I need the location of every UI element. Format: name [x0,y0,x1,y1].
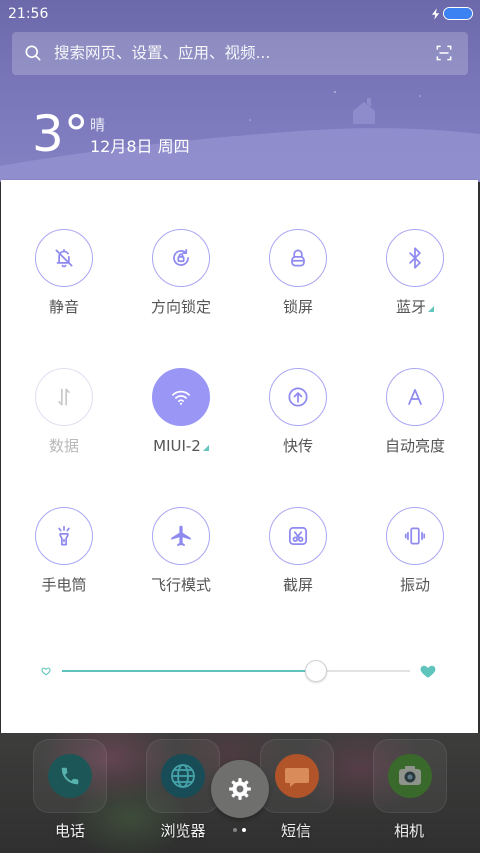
dock-label-messages: 短信 [280,822,311,840]
toggle-auto-brightness-text: 自动亮度 [384,437,445,455]
camera-icon [388,754,432,798]
flashlight-icon [58,525,70,546]
toggle-airplane-mode-label: 飞行模式 [123,575,239,595]
toggle-flashlight-button[interactable] [35,507,93,565]
brightness-slider-knob[interactable] [305,660,328,682]
scan-icon[interactable] [434,43,454,63]
dock-label-browser: 浏览器 [160,822,206,840]
wifi-icon [172,390,190,405]
dock-app-messages[interactable] [260,739,334,813]
toggle-silent-button[interactable] [35,229,93,287]
toggle-wifi-button[interactable] [152,368,210,426]
toggle-vibrate-label: 振动 [357,575,473,595]
airplane-icon [171,525,191,547]
heart-outline-icon [41,667,51,676]
gear-icon [229,778,251,800]
home-screen-dock: 电话 浏览器 短信 相机 [0,733,480,853]
toggle-rotation-lock-label: 方向锁定 [123,297,239,317]
weather-temperature[interactable]: 3° [32,104,89,164]
dock-app-browser[interactable] [146,739,220,813]
search-icon [25,45,41,61]
toggle-silent-label: 静音 [6,297,122,317]
toggle-quick-transfer-text: 快传 [282,437,313,455]
page-dot [242,828,246,832]
shade-header: 21:56 搜索网页、设置、应用、视频... 3° 晴 12月8日 周四 [0,0,480,182]
toggle-lock-screen-label: 锁屏 [240,297,356,317]
toggle-screenshot-label: 截屏 [240,575,356,595]
settings-button[interactable] [211,760,269,818]
toggle-quick-transfer-button[interactable] [269,368,327,426]
toggle-flashlight-label: 手电筒 [6,575,122,595]
browser-icon [161,754,205,798]
dock-label-camera: 相机 [393,822,424,840]
page-dot [233,828,237,832]
dock-label-phone: 电话 [54,822,85,840]
toggle-lock-screen[interactable]: 锁屏 [240,229,356,317]
dock-app-phone[interactable] [33,739,107,813]
quick-settings-panel: 静音 方向锁定 锁屏 蓝牙 数据 MIUI-2 快传 自动亮度 手电筒 飞行模式… [1,180,478,733]
rotation-lock-icon [173,249,189,266]
toggle-rotation-lock-text: 方向锁定 [150,298,211,316]
bluetooth-icon [409,247,421,269]
toggle-bluetooth-text: 蓝牙 [395,298,426,316]
weather-date: 12月8日 周四 [90,137,190,156]
toggle-mobile-data-button[interactable] [35,368,93,426]
toggle-wifi[interactable]: MIUI-2 [123,368,239,456]
toggle-flashlight-text: 手电筒 [41,576,87,594]
weather-condition: 晴 [90,116,106,134]
toggle-screenshot-button[interactable] [269,507,327,565]
toggle-lock-screen-text: 锁屏 [282,298,313,316]
toggle-mobile-data-text: 数据 [48,437,79,455]
phone-icon [48,754,92,798]
dock-app-camera[interactable] [373,739,447,813]
toggle-quick-transfer-label: 快传 [240,436,356,456]
toggle-auto-brightness[interactable]: 自动亮度 [357,368,473,456]
toggle-screenshot[interactable]: 截屏 [240,507,356,595]
toggle-auto-brightness-button[interactable] [386,368,444,426]
toggle-vibrate-button[interactable] [386,507,444,565]
status-time: 21:56 [8,6,49,22]
toggle-screenshot-text: 截屏 [282,576,313,594]
toggle-quick-transfer[interactable]: 快传 [240,368,356,456]
toggle-airplane-mode-button[interactable] [152,507,210,565]
expand-indicator[interactable] [202,445,209,451]
battery-level-fill [444,8,472,19]
toggle-wifi-label: MIUI-2 [123,436,239,456]
vibrate-icon [404,527,426,545]
toggle-mobile-data-label: 数据 [6,436,122,456]
toggle-airplane-mode-text: 飞行模式 [150,576,211,594]
brightness-slider-fill [62,670,317,672]
lock-icon [291,249,305,267]
brightness-slider[interactable] [62,670,410,672]
toggle-vibrate-text: 振动 [399,576,430,594]
toggle-rotation-lock[interactable]: 方向锁定 [123,229,239,317]
toggle-lock-screen-button[interactable] [269,229,327,287]
toggle-vibrate[interactable]: 振动 [357,507,473,595]
search-bar[interactable]: 搜索网页、设置、应用、视频... [12,32,468,75]
toggle-auto-brightness-label: 自动亮度 [357,436,473,456]
bell-off-icon [55,249,73,268]
search-placeholder[interactable]: 搜索网页、设置、应用、视频... [54,32,270,75]
toggle-flashlight[interactable]: 手电筒 [6,507,122,595]
messages-icon [275,754,319,798]
mobile-data-icon [58,388,70,406]
toggle-mobile-data[interactable]: 数据 [6,368,122,456]
expand-indicator[interactable] [428,306,434,312]
toggle-bluetooth-label: 蓝牙 [357,297,473,317]
toggle-bluetooth-button[interactable] [386,229,444,287]
bolt-icon [432,8,440,20]
toggle-bluetooth[interactable]: 蓝牙 [357,229,473,317]
toggle-airplane-mode[interactable]: 飞行模式 [123,507,239,595]
toggle-rotation-lock-button[interactable] [152,229,210,287]
auto-brightness-icon [408,389,422,405]
toggle-silent[interactable]: 静音 [6,229,122,317]
battery-icon [443,7,473,20]
toggle-wifi-text: MIUI-2 [153,437,201,455]
quick-transfer-icon [288,387,308,407]
toggle-silent-text: 静音 [48,298,79,316]
screenshot-icon [289,527,307,545]
heart-filled-icon [420,665,436,678]
